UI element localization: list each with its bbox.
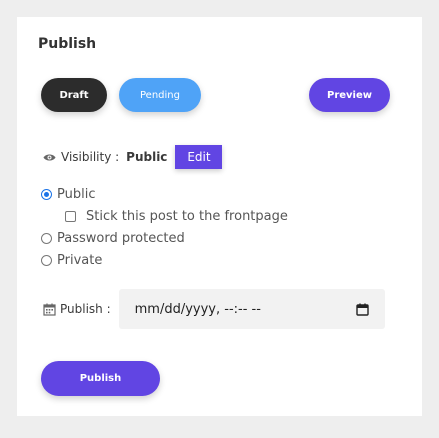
- option-public-label: Public: [57, 187, 96, 202]
- option-public[interactable]: Public: [41, 187, 95, 202]
- option-private[interactable]: Private: [41, 253, 102, 268]
- publish-date-value: mm/dd/yyyy, --:-- --: [134, 301, 261, 317]
- publish-date-input[interactable]: mm/dd/yyyy, --:-- --: [118, 289, 385, 329]
- edit-visibility-button[interactable]: Edit: [175, 145, 223, 169]
- option-sticky[interactable]: Stick this post to the frontpage: [65, 209, 288, 224]
- private-radio[interactable]: [41, 255, 52, 266]
- password-radio[interactable]: [41, 233, 52, 244]
- preview-button[interactable]: Preview: [309, 78, 390, 112]
- publish-panel: Publish Draft Pending Preview Visibility…: [17, 17, 422, 416]
- option-private-label: Private: [57, 253, 103, 268]
- option-password[interactable]: Password protected: [41, 231, 185, 246]
- visibility-value: Public: [126, 150, 168, 164]
- visibility-row: Visibility : Public Edit: [43, 145, 223, 169]
- eye-icon: [43, 154, 56, 160]
- publish-date-row: Publish : mm/dd/yyyy, --:-- --: [43, 289, 385, 329]
- draft-button[interactable]: Draft: [41, 78, 107, 112]
- sticky-checkbox[interactable]: [65, 211, 76, 222]
- option-password-label: Password protected: [57, 231, 185, 246]
- publish-date-label: Publish :: [60, 302, 111, 316]
- date-picker-icon[interactable]: [355, 303, 369, 316]
- option-sticky-label: Stick this post to the frontpage: [86, 209, 288, 224]
- pending-button[interactable]: Pending: [119, 78, 201, 112]
- visibility-label: Visibility :: [61, 150, 120, 164]
- panel-title: Publish: [38, 36, 97, 52]
- public-radio[interactable]: [41, 189, 52, 200]
- publish-button[interactable]: Publish: [41, 361, 160, 396]
- calendar-icon: [43, 303, 56, 316]
